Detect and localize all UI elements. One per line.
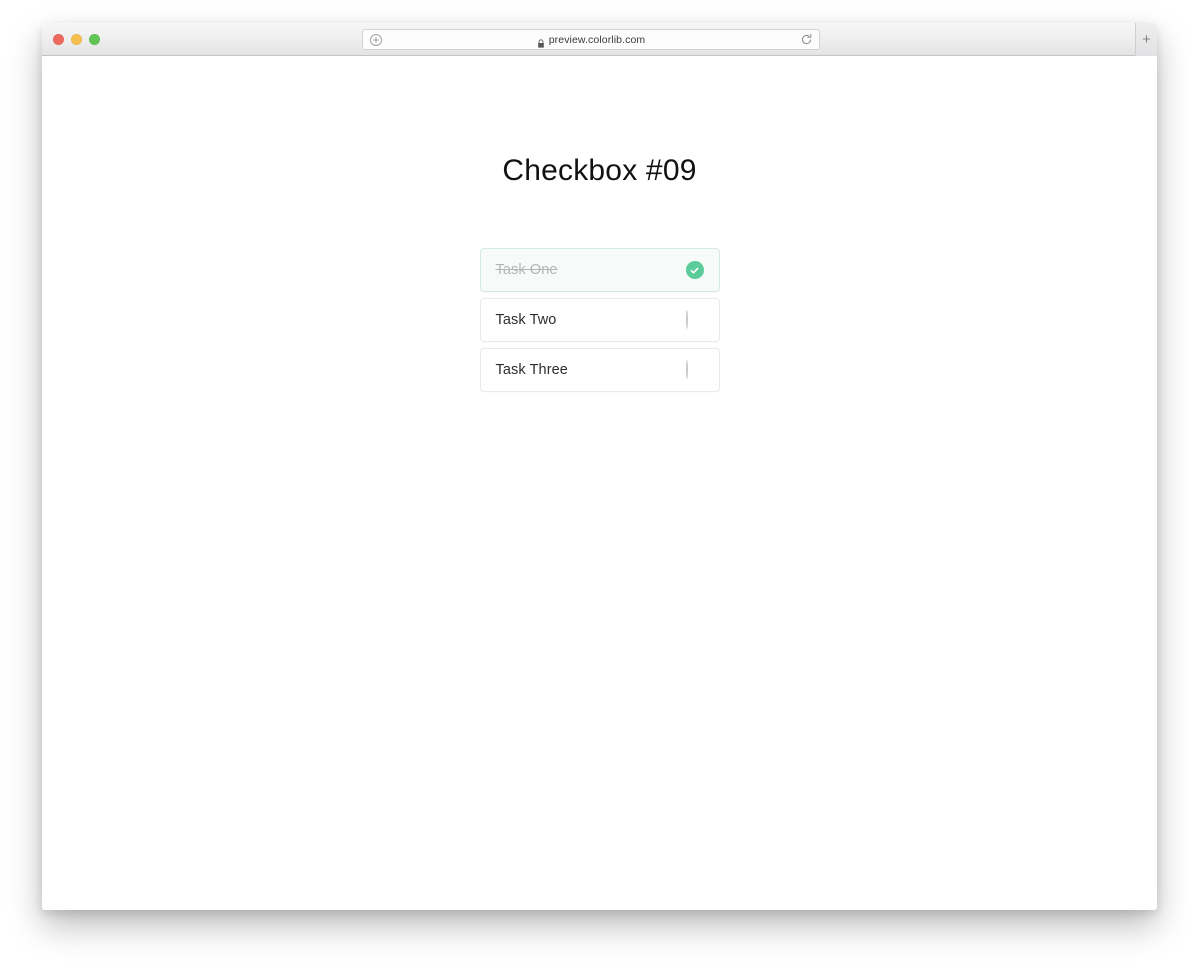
new-tab-button[interactable]: + (1135, 23, 1157, 56)
check-circle-filled-icon[interactable] (685, 261, 704, 279)
task-list: Task One Task Two Task Three (479, 248, 720, 392)
task-label: Task Three (495, 362, 568, 378)
task-label: Task One (495, 262, 558, 278)
window-close-button[interactable] (53, 34, 64, 45)
traffic-lights (53, 34, 100, 45)
plus-icon: + (1142, 31, 1151, 48)
address-bar-url: preview.colorlib.com (548, 33, 646, 46)
browser-toolbar: preview.colorlib.com + (42, 23, 1157, 56)
task-label: Task Two (495, 312, 557, 328)
window-minimize-button[interactable] (71, 34, 82, 45)
task-row[interactable]: Task One (479, 248, 720, 292)
reload-icon[interactable] (800, 33, 813, 46)
task-row[interactable]: Task Three (479, 348, 720, 392)
task-row[interactable]: Task Two (479, 298, 720, 342)
browser-window: preview.colorlib.com + Checkbox #09 Task… (42, 23, 1157, 910)
address-bar[interactable]: preview.colorlib.com (362, 29, 820, 50)
circle-outline-icon[interactable] (685, 310, 704, 329)
page-title: Checkbox #09 (502, 154, 697, 187)
add-site-icon[interactable] (369, 33, 383, 47)
address-bar-content: preview.colorlib.com (363, 33, 819, 48)
page-content: Checkbox #09 Task One Task Two Task Thre… (42, 56, 1157, 910)
lock-icon (537, 35, 545, 48)
circle-outline-icon[interactable] (685, 360, 704, 379)
window-maximize-button[interactable] (89, 34, 100, 45)
